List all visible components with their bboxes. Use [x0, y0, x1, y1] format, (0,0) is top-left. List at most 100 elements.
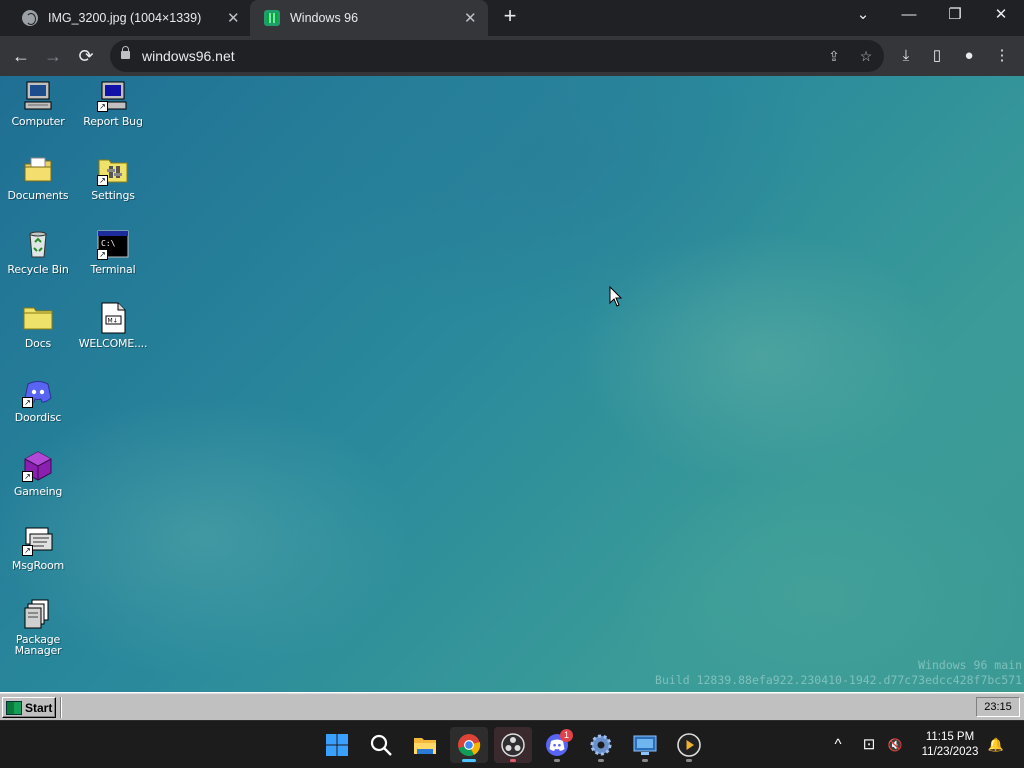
shortcut-arrow-icon: ↗: [22, 471, 33, 482]
mouse-cursor-icon: [609, 286, 623, 307]
obs-icon: [501, 733, 525, 757]
system-clock[interactable]: 11:15 PM 11/23/2023: [912, 730, 988, 760]
download-icon[interactable]: ⤓: [894, 44, 918, 68]
volume-muted-icon[interactable]: 🔇: [884, 734, 906, 756]
taskbar-separator: [60, 697, 62, 718]
taskbar-chrome[interactable]: [450, 727, 488, 763]
desktop-icon-label: Documents: [7, 189, 69, 202]
desktop-icon-docs[interactable]: Docs: [3, 302, 73, 349]
build-watermark-line2: Build 12839.88efa922.230410-1942.d77c73e…: [655, 673, 1022, 687]
taskbar-search-button[interactable]: [362, 727, 400, 763]
start-button[interactable]: Start: [2, 697, 56, 718]
os-taskbar: 1 ^ ⊡ 🔇 11:15 PM 11/23/2023 🔔: [0, 720, 1024, 768]
desktop-icon-label: WELCOME....: [78, 337, 148, 350]
desktop-icon-label: Docs: [24, 337, 52, 350]
desktop-icon-msgroom[interactable]: ↗ MsgRoom: [3, 524, 73, 571]
desktop-icon-doordisc[interactable]: ↗ Doordisc: [3, 376, 73, 423]
minimize-button[interactable]: —: [896, 4, 922, 26]
windows96-favicon-icon: [264, 10, 280, 26]
taskbar-start-button[interactable]: [318, 727, 356, 763]
running-indicator: [686, 759, 692, 762]
taskbar-media-player[interactable]: [670, 727, 708, 763]
taskbar-obs[interactable]: [494, 727, 532, 763]
desktop-icon-label: Gameing: [13, 485, 63, 498]
menu-icon[interactable]: ⋮: [990, 44, 1014, 68]
bookmark-star-icon[interactable]: ☆: [856, 46, 876, 66]
computer-icon: [22, 80, 54, 112]
cube-icon: ↗: [22, 450, 54, 482]
address-bar[interactable]: windows96.net ⇪ ☆: [110, 40, 884, 72]
side-panel-icon[interactable]: ▯: [925, 44, 949, 68]
desktop-icon-label: Computer: [11, 115, 65, 128]
terminal-icon: C:\ ↗: [97, 228, 129, 260]
shortcut-arrow-icon: ↗: [97, 175, 108, 186]
start-icon: [326, 734, 348, 756]
new-tab-button[interactable]: +: [498, 4, 522, 28]
chrome-icon: [458, 734, 481, 756]
win96-taskbar: Start 23:15: [0, 692, 1024, 720]
svg-text:M↓: M↓: [108, 318, 118, 325]
search-icon: [370, 734, 392, 756]
win96-clock[interactable]: 23:15: [976, 697, 1020, 717]
desktop-icon-documents[interactable]: Documents: [3, 154, 73, 201]
forward-button[interactable]: →: [40, 43, 66, 69]
notification-badge: 1: [560, 729, 573, 742]
desktop-icon-label: Terminal: [90, 263, 136, 276]
running-indicator: [510, 759, 516, 762]
package-icon: [22, 598, 54, 630]
clock-time: 11:15 PM: [925, 731, 975, 743]
win96-desktop[interactable]: Computer Documents Recycle Bin Docs ↗ Do…: [0, 76, 1024, 692]
lock-icon[interactable]: [121, 46, 130, 59]
desktop-icon-settings[interactable]: ↗ Settings: [78, 154, 148, 201]
desktop-icon-gameing[interactable]: ↗ Gameing: [3, 450, 73, 497]
msgroom-icon: ↗: [22, 524, 54, 556]
tab-close-icon[interactable]: ✕: [227, 9, 240, 27]
running-indicator: [462, 759, 476, 762]
shortcut-arrow-icon: ↗: [97, 249, 108, 260]
desktop-icon-package-manager[interactable]: Package Manager: [3, 598, 73, 656]
markdown-file-icon: M↓: [97, 302, 129, 334]
desktop-icon-computer[interactable]: Computer: [3, 80, 73, 127]
browser-toolbar: ← → ⟳ windows96.net ⇪ ☆ ⤓ ▯ ● ⋮: [0, 36, 1024, 76]
running-indicator: [598, 759, 604, 762]
network-icon[interactable]: ⊡: [858, 734, 880, 756]
desktop-icon-recycle-bin[interactable]: Recycle Bin: [3, 228, 73, 275]
desktop-icon-label: Doordisc: [14, 411, 62, 424]
desktop-icon-label: Report Bug: [83, 115, 143, 128]
desktop-icon-welcome[interactable]: M↓ WELCOME....: [78, 302, 148, 349]
taskbar-screen-app[interactable]: [626, 727, 664, 763]
shortcut-arrow-icon: ↗: [22, 397, 33, 408]
build-watermark: Windows 96 main Build 12839.88efa922.230…: [655, 658, 1022, 688]
folder-icon: [22, 302, 54, 334]
restore-button[interactable]: ❐: [942, 4, 968, 26]
tab-img-3200[interactable]: IMG_3200.jpg (1004×1339) ✕: [8, 0, 248, 36]
discord-icon: ↗: [22, 376, 54, 408]
taskbar-settings[interactable]: [582, 727, 620, 763]
media-player-icon: [677, 733, 701, 757]
settings-icon: [590, 734, 612, 756]
desktop-icon-report-bug[interactable]: ↗ Report Bug: [78, 80, 148, 127]
tab-title: IMG_3200.jpg (1004×1339): [48, 11, 202, 25]
settings-icon: ↗: [97, 154, 129, 186]
tab-windows-96[interactable]: Windows 96 ✕: [250, 0, 488, 36]
file-explorer-icon: [414, 738, 436, 754]
url-text: windows96.net: [142, 48, 235, 64]
show-hidden-icons-chevron-icon[interactable]: ^: [827, 734, 849, 756]
tab-close-icon[interactable]: ✕: [464, 9, 477, 27]
close-window-button[interactable]: ✕: [988, 4, 1014, 26]
desktop-icon-label: MsgRoom: [11, 559, 65, 572]
svg-text:C:\: C:\: [101, 239, 116, 248]
taskbar-file-explorer[interactable]: [406, 727, 444, 763]
tab-search-chevron-icon[interactable]: ⌄: [850, 4, 876, 26]
win96-logo-icon: [6, 700, 22, 715]
running-indicator: [554, 759, 560, 762]
profile-icon[interactable]: ●: [957, 44, 981, 68]
shortcut-arrow-icon: ↗: [97, 101, 108, 112]
taskbar-discord[interactable]: 1: [538, 727, 576, 763]
share-icon[interactable]: ⇪: [824, 46, 844, 66]
build-watermark-line1: Windows 96 main: [918, 658, 1022, 672]
notifications-bell-icon[interactable]: 🔔: [985, 734, 1007, 756]
desktop-icon-terminal[interactable]: C:\ ↗ Terminal: [78, 228, 148, 275]
reload-button[interactable]: ⟳: [73, 43, 99, 69]
back-button[interactable]: ←: [8, 43, 34, 69]
